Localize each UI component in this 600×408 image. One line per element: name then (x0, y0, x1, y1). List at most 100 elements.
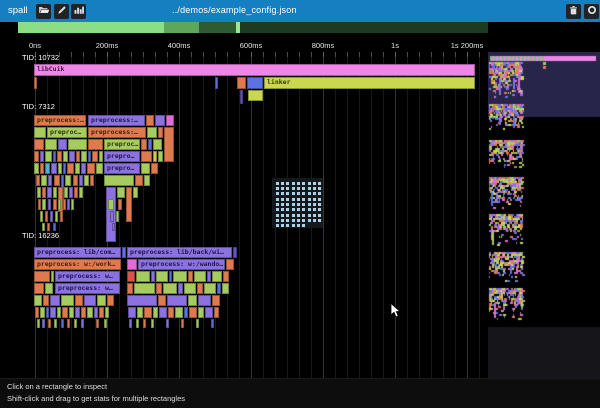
flame-bar[interactable]: preprocess: lib/com… (34, 247, 121, 258)
flame-bar[interactable] (62, 307, 68, 318)
flame-bar[interactable] (40, 151, 44, 162)
flame-bar[interactable]: prepro… (104, 163, 140, 174)
flame-bar[interactable] (88, 139, 103, 150)
flame-bar[interactable] (47, 187, 52, 198)
dot-grid-panel[interactable] (272, 178, 323, 228)
flame-bar[interactable] (143, 319, 146, 328)
flame-bar[interactable] (99, 307, 104, 318)
flame-bar[interactable] (34, 271, 50, 282)
flame-bar[interactable] (37, 319, 40, 328)
flame-bar[interactable] (129, 319, 132, 328)
flame-bar[interactable] (167, 295, 187, 306)
flame-bar[interactable] (197, 283, 203, 294)
flame-bar[interactable] (45, 211, 48, 222)
flame-bar[interactable] (45, 163, 50, 174)
flame-bar[interactable] (112, 223, 115, 231)
flame-bar[interactable] (237, 77, 246, 89)
flame-bar[interactable] (51, 163, 57, 174)
flame-bar[interactable] (97, 295, 106, 306)
flame-bar[interactable] (90, 175, 94, 186)
flame-bar[interactable] (127, 271, 135, 282)
flame-bar[interactable] (146, 115, 154, 126)
flame-bar[interactable] (68, 139, 87, 150)
flame-bar[interactable] (42, 199, 46, 210)
flame-bar[interactable] (137, 307, 143, 318)
flame-bar[interactable] (48, 199, 51, 210)
flame-bar[interactable] (122, 247, 126, 258)
flame-bar[interactable] (207, 271, 211, 282)
flame-bar[interactable] (158, 127, 163, 138)
flame-bar[interactable] (53, 151, 56, 162)
flame-bar[interactable] (166, 319, 169, 328)
flame-bar[interactable] (34, 77, 37, 89)
flame-bar[interactable] (156, 283, 162, 294)
flame-bar[interactable] (58, 199, 61, 210)
flame-bar[interactable]: preprocess: w… (55, 283, 120, 294)
flame-bar[interactable] (94, 307, 98, 318)
flame-bar[interactable] (151, 319, 154, 328)
flame-bar[interactable] (96, 163, 103, 174)
flame-bar[interactable] (136, 271, 150, 282)
flame-bar[interactable] (34, 283, 44, 294)
flame-bar[interactable] (159, 307, 167, 318)
flame-bar[interactable] (69, 151, 75, 162)
flame-bar[interactable] (147, 127, 157, 138)
flame-bar[interactable]: preproc… (104, 139, 140, 150)
flame-bar[interactable] (240, 90, 243, 104)
flame-bar[interactable] (184, 307, 188, 318)
flame-bar[interactable] (226, 259, 234, 270)
flame-bar[interactable] (105, 307, 109, 318)
flame-bar[interactable] (47, 223, 50, 231)
flame-bar[interactable] (134, 283, 155, 294)
flame-bar[interactable] (34, 139, 44, 150)
flame-bar[interactable] (128, 307, 136, 318)
flame-bar[interactable] (75, 295, 83, 306)
flame-bar[interactable]: preprocess: lib/back/wi… (127, 247, 232, 258)
flame-bar[interactable] (76, 151, 80, 162)
flame-bar[interactable] (79, 187, 83, 198)
flame-bar[interactable] (46, 307, 49, 318)
flame-bar[interactable] (81, 163, 86, 174)
flame-bar[interactable] (36, 175, 40, 186)
trash-button[interactable] (566, 4, 581, 19)
flame-bar[interactable] (144, 307, 152, 318)
flame-bar[interactable] (54, 175, 60, 186)
flame-bar[interactable] (204, 283, 216, 294)
flame-bar[interactable] (34, 295, 42, 306)
flame-bar[interactable] (79, 175, 83, 186)
flame-bar[interactable]: preproc… (47, 127, 87, 138)
flame-bar[interactable] (87, 163, 95, 174)
flame-bar[interactable] (53, 187, 57, 198)
flame-bar[interactable] (74, 319, 77, 328)
flame-bar[interactable] (81, 151, 87, 162)
flame-bar[interactable]: prepro… (104, 151, 140, 162)
flame-bar[interactable] (92, 151, 98, 162)
flame-bar[interactable]: preprocess:… (88, 115, 145, 126)
flame-bar[interactable] (217, 283, 221, 294)
overview-segment[interactable] (18, 22, 164, 33)
flame-bar[interactable] (64, 187, 68, 198)
flame-bar[interactable] (40, 163, 44, 174)
flame-bar[interactable] (212, 271, 222, 282)
flame-bar[interactable] (196, 319, 199, 328)
flame-bar[interactable] (127, 259, 137, 270)
flame-bar[interactable] (40, 307, 45, 318)
flame-bar[interactable] (63, 163, 66, 174)
flame-bar[interactable] (126, 187, 132, 222)
flame-bar[interactable] (48, 319, 51, 328)
flame-bar[interactable] (75, 307, 80, 318)
flame-bar[interactable] (248, 90, 263, 101)
flame-bar[interactable] (61, 319, 64, 328)
flame-bar[interactable] (73, 175, 78, 186)
flame-bar[interactable] (55, 211, 58, 222)
circle-button[interactable] (584, 4, 599, 19)
flame-bar[interactable] (34, 127, 46, 138)
flame-bar[interactable] (57, 307, 61, 318)
flame-bar[interactable] (163, 283, 177, 294)
flame-bar[interactable]: preprocess: w… (55, 271, 120, 282)
flame-bar[interactable] (127, 283, 133, 294)
flame-bar[interactable] (67, 319, 70, 328)
flame-bar[interactable] (151, 163, 158, 174)
flame-bar[interactable] (247, 77, 263, 89)
flame-bar[interactable] (50, 295, 60, 306)
